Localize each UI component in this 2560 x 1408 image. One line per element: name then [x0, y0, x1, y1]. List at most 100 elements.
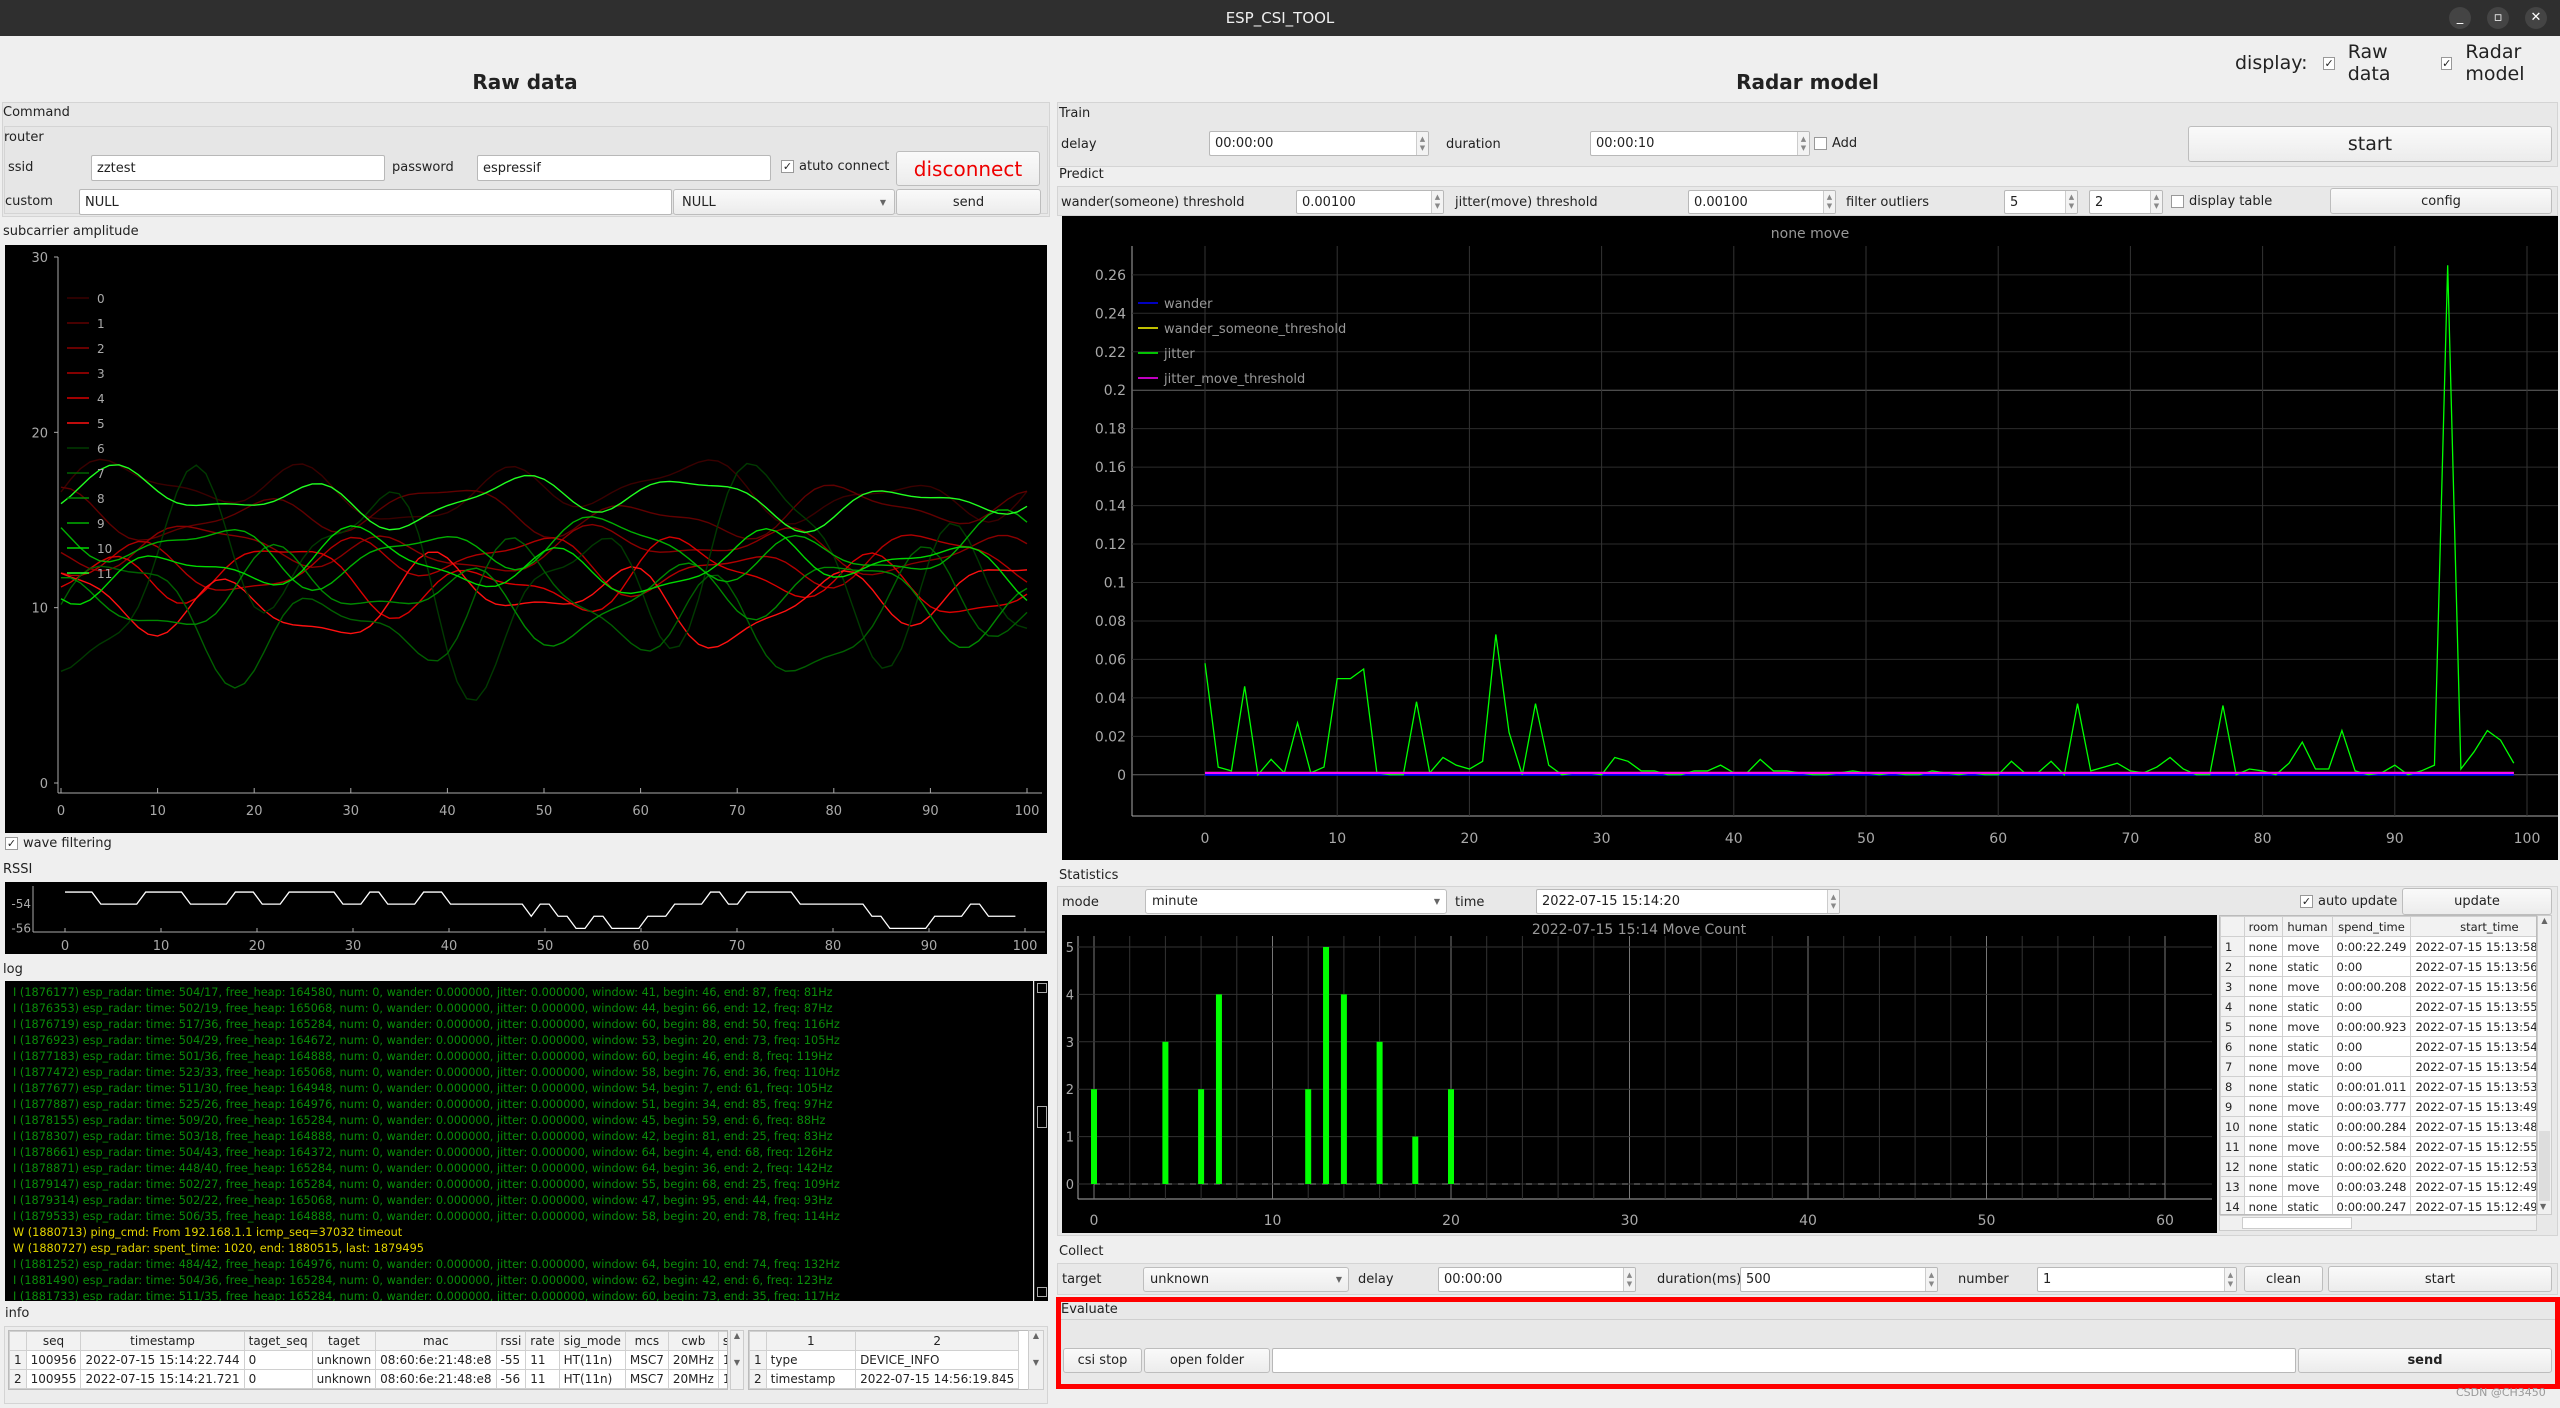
- config-button[interactable]: config: [2330, 188, 2552, 214]
- number-input[interactable]: 1 ▲ ▼: [2037, 1267, 2237, 1292]
- spinner-icon[interactable]: ▲ ▼: [2224, 1268, 2236, 1291]
- column-header[interactable]: human: [2282, 916, 2333, 937]
- info-table[interactable]: seq timestamp taget_seq taget mac rssi rate sig…: [8, 1330, 728, 1390]
- display-table[interactable]: display table: [2171, 194, 2272, 209]
- filter-outliers-b-input[interactable]: 2 ▲ ▼: [2089, 190, 2163, 214]
- spinner-icon[interactable]: ▲ ▼: [2150, 191, 2162, 213]
- table-row[interactable]: 1 100956 2022-07-15 15:14:22.744 0 unknown 08…: [9, 1350, 727, 1370]
- table-row[interactable]: 8 none static 0:00:01.011 2022-07-15 15:13:5…: [2220, 1076, 2536, 1097]
- scroll-up-icon[interactable]: ▲: [2538, 916, 2551, 925]
- table-row[interactable]: 1nonemove0:00:22.2492022-07-15 15:13:58.…: [2220, 936, 2536, 957]
- maximize-button[interactable]: ▫: [2487, 7, 2509, 29]
- auto-connect[interactable]: ✓ atuto connect: [781, 159, 889, 174]
- clean-button[interactable]: clean: [2244, 1266, 2323, 1292]
- custom-command-select[interactable]: NULL ▼: [673, 189, 895, 215]
- collect-delay-input[interactable]: 00:00:00 ▲ ▼: [1438, 1267, 1636, 1292]
- train-add[interactable]: Add: [1814, 136, 1857, 151]
- spinner-icon[interactable]: ▲ ▼: [1797, 132, 1809, 155]
- custom-send-button[interactable]: send: [896, 189, 1041, 215]
- table-row[interactable]: 2 timestamp 2022-07-15 14:56:19.845: [749, 1369, 1020, 1389]
- radar-model-checkbox[interactable]: ✓: [2441, 56, 2453, 70]
- table-row[interactable]: 11 none move 0:00:52.584 2022-07-15 15:12:55…: [2220, 1136, 2536, 1157]
- column-header[interactable]: taget_seq: [243, 1331, 313, 1351]
- statistics-table-hscrollbar[interactable]: [2219, 1215, 2537, 1231]
- info-table-scrollbar[interactable]: ▲ ▼: [730, 1330, 744, 1390]
- spinner-icon[interactable]: ▲ ▼: [1623, 1268, 1635, 1291]
- table-row[interactable]: 3nonemove0:00:00.2082022-07-15 15:13:56.…: [2220, 976, 2536, 997]
- open-folder-button[interactable]: open folder: [1144, 1348, 1270, 1373]
- scroll-top-icon[interactable]: [1037, 983, 1047, 993]
- column-header[interactable]: seq: [25, 1331, 82, 1351]
- ssid-input[interactable]: zztest: [91, 155, 385, 181]
- display-table-checkbox[interactable]: [2171, 195, 2184, 208]
- scroll-down-icon[interactable]: ▼: [2540, 1202, 2546, 1211]
- time-input[interactable]: 2022-07-15 15:14:20 ▲ ▼: [1536, 889, 1840, 914]
- filter-outliers-a-input[interactable]: 5 ▲ ▼: [2004, 190, 2078, 214]
- log-scroll-thumb[interactable]: [1037, 1106, 1047, 1128]
- spinner-icon[interactable]: ▲ ▼: [2065, 191, 2077, 213]
- train-start-button[interactable]: start: [2188, 126, 2552, 162]
- column-header[interactable]: start_time: [2410, 916, 2536, 937]
- update-button[interactable]: update: [2402, 888, 2552, 915]
- table-row[interactable]: 3compile_timeJul 15 2022 11:28:23: [749, 1388, 1020, 1389]
- column-header[interactable]: room: [2243, 916, 2284, 937]
- evaluate-command-input[interactable]: [1272, 1348, 2296, 1373]
- spinner-icon[interactable]: ▲ ▼: [1827, 890, 1839, 913]
- add-checkbox[interactable]: [1814, 137, 1827, 150]
- column-header[interactable]: mcs: [624, 1331, 669, 1351]
- table-row[interactable]: 14 none static 0:00:00.247 2022-07-15 15:12:…: [2220, 1196, 2536, 1214]
- scroll-bottom-icon[interactable]: [1037, 1287, 1047, 1297]
- jitter-threshold-input[interactable]: 0.00100 ▲ ▼: [1688, 190, 1836, 214]
- disconnect-button[interactable]: disconnect: [896, 151, 1040, 186]
- scroll-thumb[interactable]: [2539, 1131, 2550, 1201]
- column-header[interactable]: timestamp: [80, 1331, 245, 1351]
- wave-filtering[interactable]: ✓ wave filtering: [5, 836, 112, 851]
- device-info-table[interactable]: 1 2 1 type DEVICE_INFO 2 timestamp 2022-07-15 1…: [748, 1330, 1036, 1390]
- column-header[interactable]: mac: [375, 1331, 497, 1351]
- column-header[interactable]: cwb: [667, 1331, 719, 1351]
- column-header[interactable]: spend_time: [2331, 916, 2412, 937]
- evaluate-send-button[interactable]: send: [2298, 1348, 2552, 1373]
- mode-select[interactable]: minute ▼: [1145, 889, 1447, 914]
- column-header[interactable]: rate: [525, 1331, 560, 1351]
- raw-data-checkbox[interactable]: ✓: [2323, 56, 2335, 70]
- table-row[interactable]: 2nonestatic0:002022-07-15 15:13:56.70720…: [2220, 956, 2536, 977]
- wander-threshold-input[interactable]: 0.00100 ▲ ▼: [1296, 190, 1444, 214]
- table-row[interactable]: 5nonemove0:00:00.9232022-07-15 15:13:54.…: [2220, 1016, 2536, 1037]
- collect-duration-input[interactable]: 500 ▲ ▼: [1740, 1267, 1938, 1292]
- statistics-table-scrollbar[interactable]: ▲ ▼: [2537, 915, 2552, 1215]
- table-row[interactable]: 12 none static 0:00:02.620 2022-07-15 15:12:…: [2220, 1156, 2536, 1177]
- table-row[interactable]: 10 none static 0:00:00.284 2022-07-15 15:13:…: [2220, 1116, 2536, 1137]
- custom-command-input[interactable]: NULL: [79, 189, 672, 215]
- close-button[interactable]: ✕: [2525, 7, 2547, 29]
- target-select[interactable]: unknown ▼: [1143, 1267, 1349, 1292]
- table-row[interactable]: 2 100955 2022-07-15 15:14:21.721 0 unknown 08…: [9, 1369, 727, 1389]
- password-input[interactable]: espressif: [477, 155, 771, 181]
- table-row[interactable]: 4nonestatic0:002022-07-15 15:13:55.99120…: [2220, 996, 2536, 1017]
- auto-update[interactable]: ✓ auto update: [2300, 894, 2397, 909]
- auto-update-checkbox[interactable]: ✓: [2300, 895, 2313, 908]
- spinner-icon[interactable]: ▲ ▼: [1431, 191, 1443, 213]
- column-header[interactable]: 1: [765, 1331, 857, 1351]
- column-header[interactable]: sig_mode: [558, 1331, 626, 1351]
- log-scrollbar[interactable]: [1034, 981, 1048, 1301]
- train-duration-input[interactable]: 00:00:10 ▲ ▼: [1590, 131, 1810, 156]
- spinner-icon[interactable]: ▲ ▼: [1416, 132, 1428, 155]
- minimize-button[interactable]: _: [2449, 7, 2471, 29]
- statistics-table[interactable]: room human spend_time start_time 1 none move 0:…: [2219, 915, 2537, 1215]
- column-header[interactable]: rssi: [495, 1331, 527, 1351]
- hscroll-thumb[interactable]: [2242, 1217, 2352, 1229]
- collect-start-button[interactable]: start: [2328, 1266, 2552, 1292]
- column-header[interactable]: 2: [855, 1331, 1020, 1351]
- device-table-scrollbar[interactable]: ▲ ▼: [1028, 1330, 1044, 1390]
- train-delay-input[interactable]: 00:00:00 ▲ ▼: [1209, 131, 1429, 156]
- column-header[interactable]: taget: [311, 1331, 377, 1351]
- table-row[interactable]: 13 none move 0:00:03.248 2022-07-15 15:12:49…: [2220, 1176, 2536, 1197]
- table-row[interactable]: 9nonemove0:00:03.7772022-07-15 15:13:49.…: [2220, 1096, 2536, 1117]
- table-row[interactable]: 1 type DEVICE_INFO: [749, 1350, 1020, 1370]
- table-row[interactable]: 7nonemove0:002022-07-15 15:13:54.4252022…: [2220, 1056, 2536, 1077]
- table-row[interactable]: 6nonestatic0:002022-07-15 15:13:54.63620…: [2220, 1036, 2536, 1057]
- spinner-icon[interactable]: ▲ ▼: [1823, 191, 1835, 213]
- spinner-icon[interactable]: ▲ ▼: [1925, 1268, 1937, 1291]
- auto-connect-checkbox[interactable]: ✓: [781, 160, 794, 173]
